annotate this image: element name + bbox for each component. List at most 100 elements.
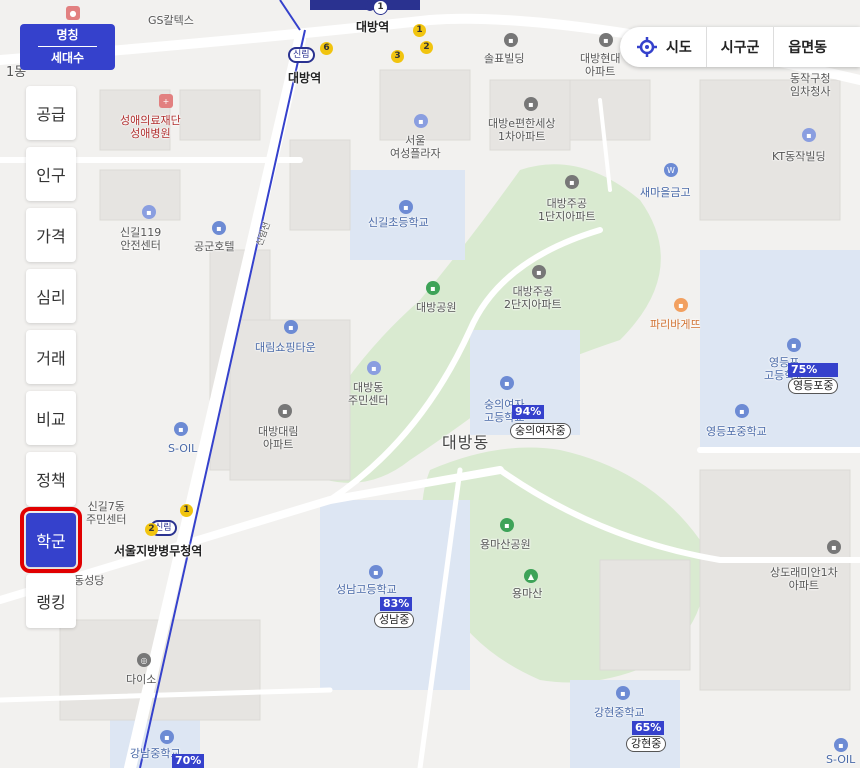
label-sangdo: 상도래미안1차 아파트 [770, 566, 838, 592]
label-daebang-park: 대방공원 [416, 301, 457, 314]
gas-station-icon-2: ▪ [834, 738, 848, 752]
exit-number-2: 2 [420, 41, 433, 54]
badge-top: 명칭 [56, 28, 79, 42]
school-icon-ydp-ms: ▪ [735, 404, 749, 418]
label-daebang-center: 대방동 주민센터 [348, 381, 389, 407]
apartment-icon: ▪ [599, 33, 613, 47]
label-daebang-station-top: 대방역 [356, 20, 390, 34]
label-gonggun: 공군호텔 [194, 240, 235, 253]
label-seongae: 성애의료재단 성애병원 [120, 114, 181, 140]
school-flag-pct: 75% [788, 363, 839, 377]
community-center-icon: ▪ [367, 361, 381, 375]
school-flag-name: 강현중 [626, 736, 667, 752]
label-gs: GS칼텍스 [148, 14, 194, 27]
label-ydp-ms: 영등포중학교 [706, 425, 767, 438]
school-icon-seongnam: ▪ [369, 565, 383, 579]
park-icon-yongmasan: ▪ [500, 518, 514, 532]
hospital-icon: + [159, 94, 173, 108]
label-dongseong: 동성당 [74, 574, 105, 587]
building-icon: ▪ [504, 33, 518, 47]
mountain-icon: ▲ [524, 569, 538, 583]
school-icon-gangnam: ▪ [160, 730, 174, 744]
school-flag-ganghyeon[interactable]: 65% 강현중 [626, 716, 667, 752]
region-level-sigungu[interactable]: 시구군 [705, 27, 774, 67]
school-icon-yeongdeungpo: ▪ [787, 338, 801, 352]
school-flag-gangnam[interactable]: 70% [172, 754, 205, 768]
label-daerim-shop: 대림쇼핑타운 [255, 341, 316, 354]
school-flag-pct: 65% [632, 721, 665, 735]
label-daerim-apt: 대방대림 아파트 [258, 425, 299, 451]
sinrim-line-tag-daebang: 신림 [288, 47, 315, 63]
side-menu: 공급 인구 가격 심리 거래 비교 정책 학군 랭킹 [20, 86, 82, 635]
apartment-icon-6: ▪ [827, 540, 841, 554]
region-level-eupmyeondong[interactable]: 읍면동 [773, 27, 841, 67]
label-kt: KT동작빌딩 [772, 150, 826, 163]
menu-item-population[interactable]: 인구 [26, 147, 76, 201]
label-daebang-station: 대방역 [288, 71, 322, 85]
label-jugong1: 대방주공 1단지아파트 [538, 197, 596, 223]
label-daebang-apt: 대방현대 아파트 [580, 52, 621, 78]
label-solpyo: 솔표빌딩 [484, 52, 525, 65]
school-icon-soongui: ▪ [500, 376, 514, 390]
label-saemaeul: 새마을금고 [640, 186, 691, 199]
menu-item-price[interactable]: 가격 [26, 208, 76, 262]
school-flag-soongui[interactable]: 94% [512, 405, 545, 419]
label-area-daebang: 대방동 [442, 433, 490, 452]
bank-icon: W [664, 163, 678, 177]
school-icon-ganghyeon: ▪ [616, 686, 630, 700]
exit-number-1: 1 [373, 0, 388, 15]
gs-station-icon: ● [66, 6, 80, 20]
label-yongmasan-park: 용마산공원 [480, 538, 531, 551]
label-mode-badge[interactable]: 명칭 세대수 [20, 24, 115, 70]
school-flag-pct: 83% [380, 597, 413, 611]
school-flag-seongnam[interactable]: 83% 성남중 [374, 592, 415, 628]
crosshair-icon[interactable] [632, 32, 662, 62]
menu-item-policy[interactable]: 정책 [26, 452, 76, 506]
school-flag-pct: 94% [512, 405, 545, 419]
school-flag-ydp[interactable]: 75% 영등포중 [788, 363, 839, 394]
store-icon: ◎ [137, 653, 151, 667]
school-flag-name: 숭의여자중 [510, 423, 571, 439]
label-ecomfort: 대방e편한세상 1차아파트 [488, 117, 556, 143]
apartment-icon-5: ▪ [278, 404, 292, 418]
bakery-icon: ▪ [674, 298, 688, 312]
menu-item-transaction[interactable]: 거래 [26, 330, 76, 384]
region-level-bar: 시도 시구군 읍면동 [620, 27, 860, 67]
label-daiso: 다이소 [126, 673, 157, 686]
menu-item-school-district[interactable]: 학군 [20, 507, 82, 573]
school-flag-name: 영등포중 [788, 378, 839, 394]
apartment-icon-3: ▪ [565, 175, 579, 189]
apartment-icon-4: ▪ [532, 265, 546, 279]
apartment-icon-2: ▪ [524, 97, 538, 111]
school-icon-singil: ▪ [399, 200, 413, 214]
shopping-icon: ▪ [284, 320, 298, 334]
exit-number-1b: 1 [413, 24, 426, 37]
label-dongjak: 동작구청 임차청사 [790, 72, 831, 98]
label-yongmasan: 용마산 [512, 587, 543, 600]
exit-number-1c: 1 [180, 504, 193, 517]
menu-item-ranking[interactable]: 랭킹 [26, 574, 76, 628]
school-flag-soongui-name[interactable]: 숭의여자중 [510, 422, 571, 439]
park-icon: ▪ [426, 281, 440, 295]
office-icon: ▪ [802, 128, 816, 142]
label-sinkil119: 신길119 안전센터 [120, 226, 162, 252]
menu-item-compare[interactable]: 비교 [26, 391, 76, 445]
menu-item-sentiment[interactable]: 심리 [26, 269, 76, 323]
label-soil: S-OIL [168, 442, 198, 455]
map-canvas[interactable]: 신림 신림 1 1 2 3 6 1 2 ● + ▪ ▪ ▪ ▪ ▪ W ▪ ▪ … [0, 0, 860, 768]
badge-bottom: 세대수 [50, 51, 85, 65]
label-singil-elem: 신길초등학교 [368, 216, 429, 229]
exit-number-6: 6 [320, 42, 333, 55]
region-level-sido[interactable]: 시도 [662, 27, 706, 67]
label-seoul-mma: 서울지방병무청역 [114, 544, 203, 558]
label-jugong2: 대방주공 2단지아파트 [504, 285, 562, 311]
menu-item-supply[interactable]: 공급 [26, 86, 76, 140]
gas-station-icon: ▪ [174, 422, 188, 436]
school-flag-pct: 70% [172, 754, 205, 768]
label-seoul-women: 서울 여성플라자 [390, 134, 441, 160]
public-building-icon: ▪ [414, 114, 428, 128]
school-flag-name: 성남중 [374, 612, 415, 628]
fire-station-icon: ▪ [142, 205, 156, 219]
exit-number-3: 3 [391, 50, 404, 63]
label-paris: 파리바게뜨 [650, 318, 701, 331]
